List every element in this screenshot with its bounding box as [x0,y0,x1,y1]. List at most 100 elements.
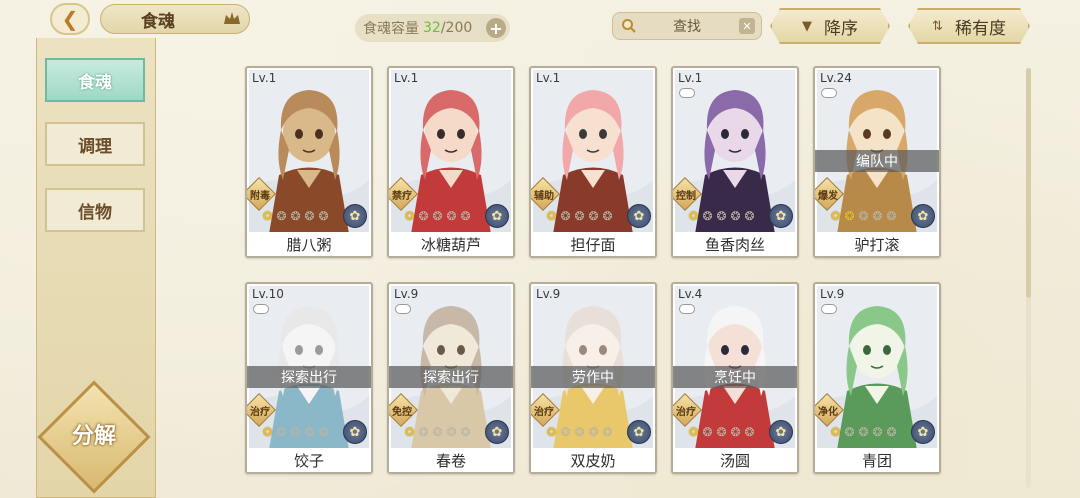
sidebar-tab-token[interactable]: 信物 [45,188,145,232]
star-icon: ❂ [744,425,755,439]
star-icon: ❂ [290,425,301,439]
card-status: 劳作中 [531,366,655,388]
sort-descending-button[interactable]: ▼ 降序 [770,8,890,44]
star-icon: ❂ [872,209,883,223]
flower-element-icon: ✿ [627,204,651,228]
sidebar-tab-food-soul[interactable]: 食魂 [45,58,145,102]
role-label: 附毒 [250,191,270,202]
star-icon: ❂ [418,425,429,439]
search-input[interactable]: 查找 ✕ [612,12,762,40]
star-icon: ❂ [702,425,713,439]
star-icon: ❂ [830,209,841,223]
food-soul-card[interactable]: Lv.1 附毒 ❂ ❂ ❂ ❂ ❂ ✿ 腊八粥 [245,66,373,258]
down-triangle-icon: ▼ [802,18,812,34]
star-icon: ❂ [844,209,855,223]
food-soul-card[interactable]: Lv.1 辅助 ❂ ❂ ❂ ❂ ❂ ✿ 担仔面 [529,66,657,258]
star-icon: ❂ [588,425,599,439]
lock-pill-icon[interactable] [253,304,269,314]
star-icon: ❂ [872,425,883,439]
sidebar-tab-cooking[interactable]: 调理 [45,122,145,166]
role-label: 治疗 [676,407,696,418]
star-icon: ❂ [404,425,415,439]
flower-element-icon: ✿ [627,420,651,444]
role-label: 爆发 [818,191,838,202]
scrollbar[interactable] [1026,68,1031,488]
star-rating: ❂ ❂ ❂ ❂ ❂ [829,426,898,439]
lock-pill-icon[interactable] [679,88,695,98]
food-soul-card[interactable]: Lv.10 探索出行 治疗 ❂ ❂ ❂ ❂ ❂ ✿ 饺子 [245,282,373,474]
capacity-current: 32 [423,20,441,36]
capacity-add-button[interactable]: + [486,18,506,38]
star-icon: ❂ [432,209,443,223]
food-soul-card[interactable]: Lv.4 烹饪中 治疗 ❂ ❂ ❂ ❂ ❂ ✿ 汤圆 [671,282,799,474]
flower-element-icon: ✿ [911,204,935,228]
food-soul-card[interactable]: Lv.1 禁疗 ❂ ❂ ❂ ❂ ❂ ✿ 冰糖葫芦 [387,66,515,258]
star-icon: ❂ [688,425,699,439]
role-label: 治疗 [250,407,270,418]
star-icon: ❂ [844,425,855,439]
lock-pill-icon[interactable] [395,304,411,314]
scrollbar-thumb[interactable] [1026,68,1031,298]
star-icon: ❂ [304,209,315,223]
star-icon: ❂ [716,209,727,223]
food-soul-card[interactable]: Lv.9 探索出行 免控 ❂ ❂ ❂ ❂ ❂ ✿ 春卷 [387,282,515,474]
card-level: Lv.9 [536,287,561,301]
star-rating: ❂ ❂ ❂ ❂ ❂ [687,426,756,439]
star-icon: ❂ [730,425,741,439]
food-soul-card[interactable]: Lv.9 净化 ❂ ❂ ❂ ❂ ❂ ✿ 青团 [813,282,941,474]
lock-pill-icon[interactable] [679,304,695,314]
star-icon: ❂ [460,425,471,439]
back-button[interactable]: ❮ [50,3,90,35]
star-icon: ❂ [560,209,571,223]
star-icon: ❂ [886,425,897,439]
top-bar: ❮ 食魂 食魂容量 32 /200 + 查找 ✕ ▼ 降序 ⇅ 稀有度 [0,0,1080,48]
back-arrow-icon: ❮ [61,7,79,31]
star-icon: ❂ [744,209,755,223]
sort-rarity-button[interactable]: ⇅ 稀有度 [908,8,1030,44]
card-level: Lv.1 [678,71,703,85]
card-name: 鱼香肉丝 [673,232,797,256]
star-icon: ❂ [318,209,329,223]
card-name: 担仔面 [531,232,655,256]
star-icon: ❂ [574,425,585,439]
star-icon: ❂ [276,209,287,223]
search-clear-button[interactable]: ✕ [739,18,755,34]
star-icon: ❂ [688,209,699,223]
food-soul-card[interactable]: Lv.24 编队中 爆发 ❂ ❂ ❂ ❂ ❂ ✿ 驴打滚 [813,66,941,258]
role-label: 净化 [818,407,838,418]
star-icon: ❂ [830,425,841,439]
star-icon: ❂ [560,425,571,439]
star-icon: ❂ [446,209,457,223]
card-level: Lv.9 [394,287,419,301]
flower-element-icon: ✿ [911,420,935,444]
decompose-label: 分解 [71,423,116,449]
star-icon: ❂ [588,209,599,223]
star-icon: ❂ [404,209,415,223]
star-icon: ❂ [886,209,897,223]
star-icon: ❂ [262,425,273,439]
food-soul-card[interactable]: Lv.1 控制 ❂ ❂ ❂ ❂ ❂ ✿ 鱼香肉丝 [671,66,799,258]
lock-pill-icon[interactable] [821,304,837,314]
card-name: 春卷 [389,448,513,472]
search-icon [622,19,636,33]
star-icon: ❂ [418,209,429,223]
card-level: Lv.1 [252,71,277,85]
crown-icon [224,12,240,24]
flower-element-icon: ✿ [343,420,367,444]
card-status: 烹饪中 [673,366,797,388]
card-level: Lv.10 [252,287,284,301]
star-icon: ❂ [730,209,741,223]
food-soul-card[interactable]: Lv.9 劳作中 治疗 ❂ ❂ ❂ ❂ ❂ ✿ 双皮奶 [529,282,657,474]
star-rating: ❂ ❂ ❂ ❂ ❂ [687,210,756,223]
star-icon: ❂ [702,209,713,223]
swap-arrows-icon: ⇅ [932,18,943,34]
star-icon: ❂ [716,425,727,439]
capacity-display: 食魂容量 32 /200 + [355,14,510,42]
sort-desc-label: 降序 [824,18,858,39]
card-name: 汤圆 [673,448,797,472]
card-name: 冰糖葫芦 [389,232,513,256]
lock-pill-icon[interactable] [821,88,837,98]
capacity-max: /200 [440,20,473,36]
card-name: 驴打滚 [815,232,939,256]
flower-element-icon: ✿ [485,204,509,228]
